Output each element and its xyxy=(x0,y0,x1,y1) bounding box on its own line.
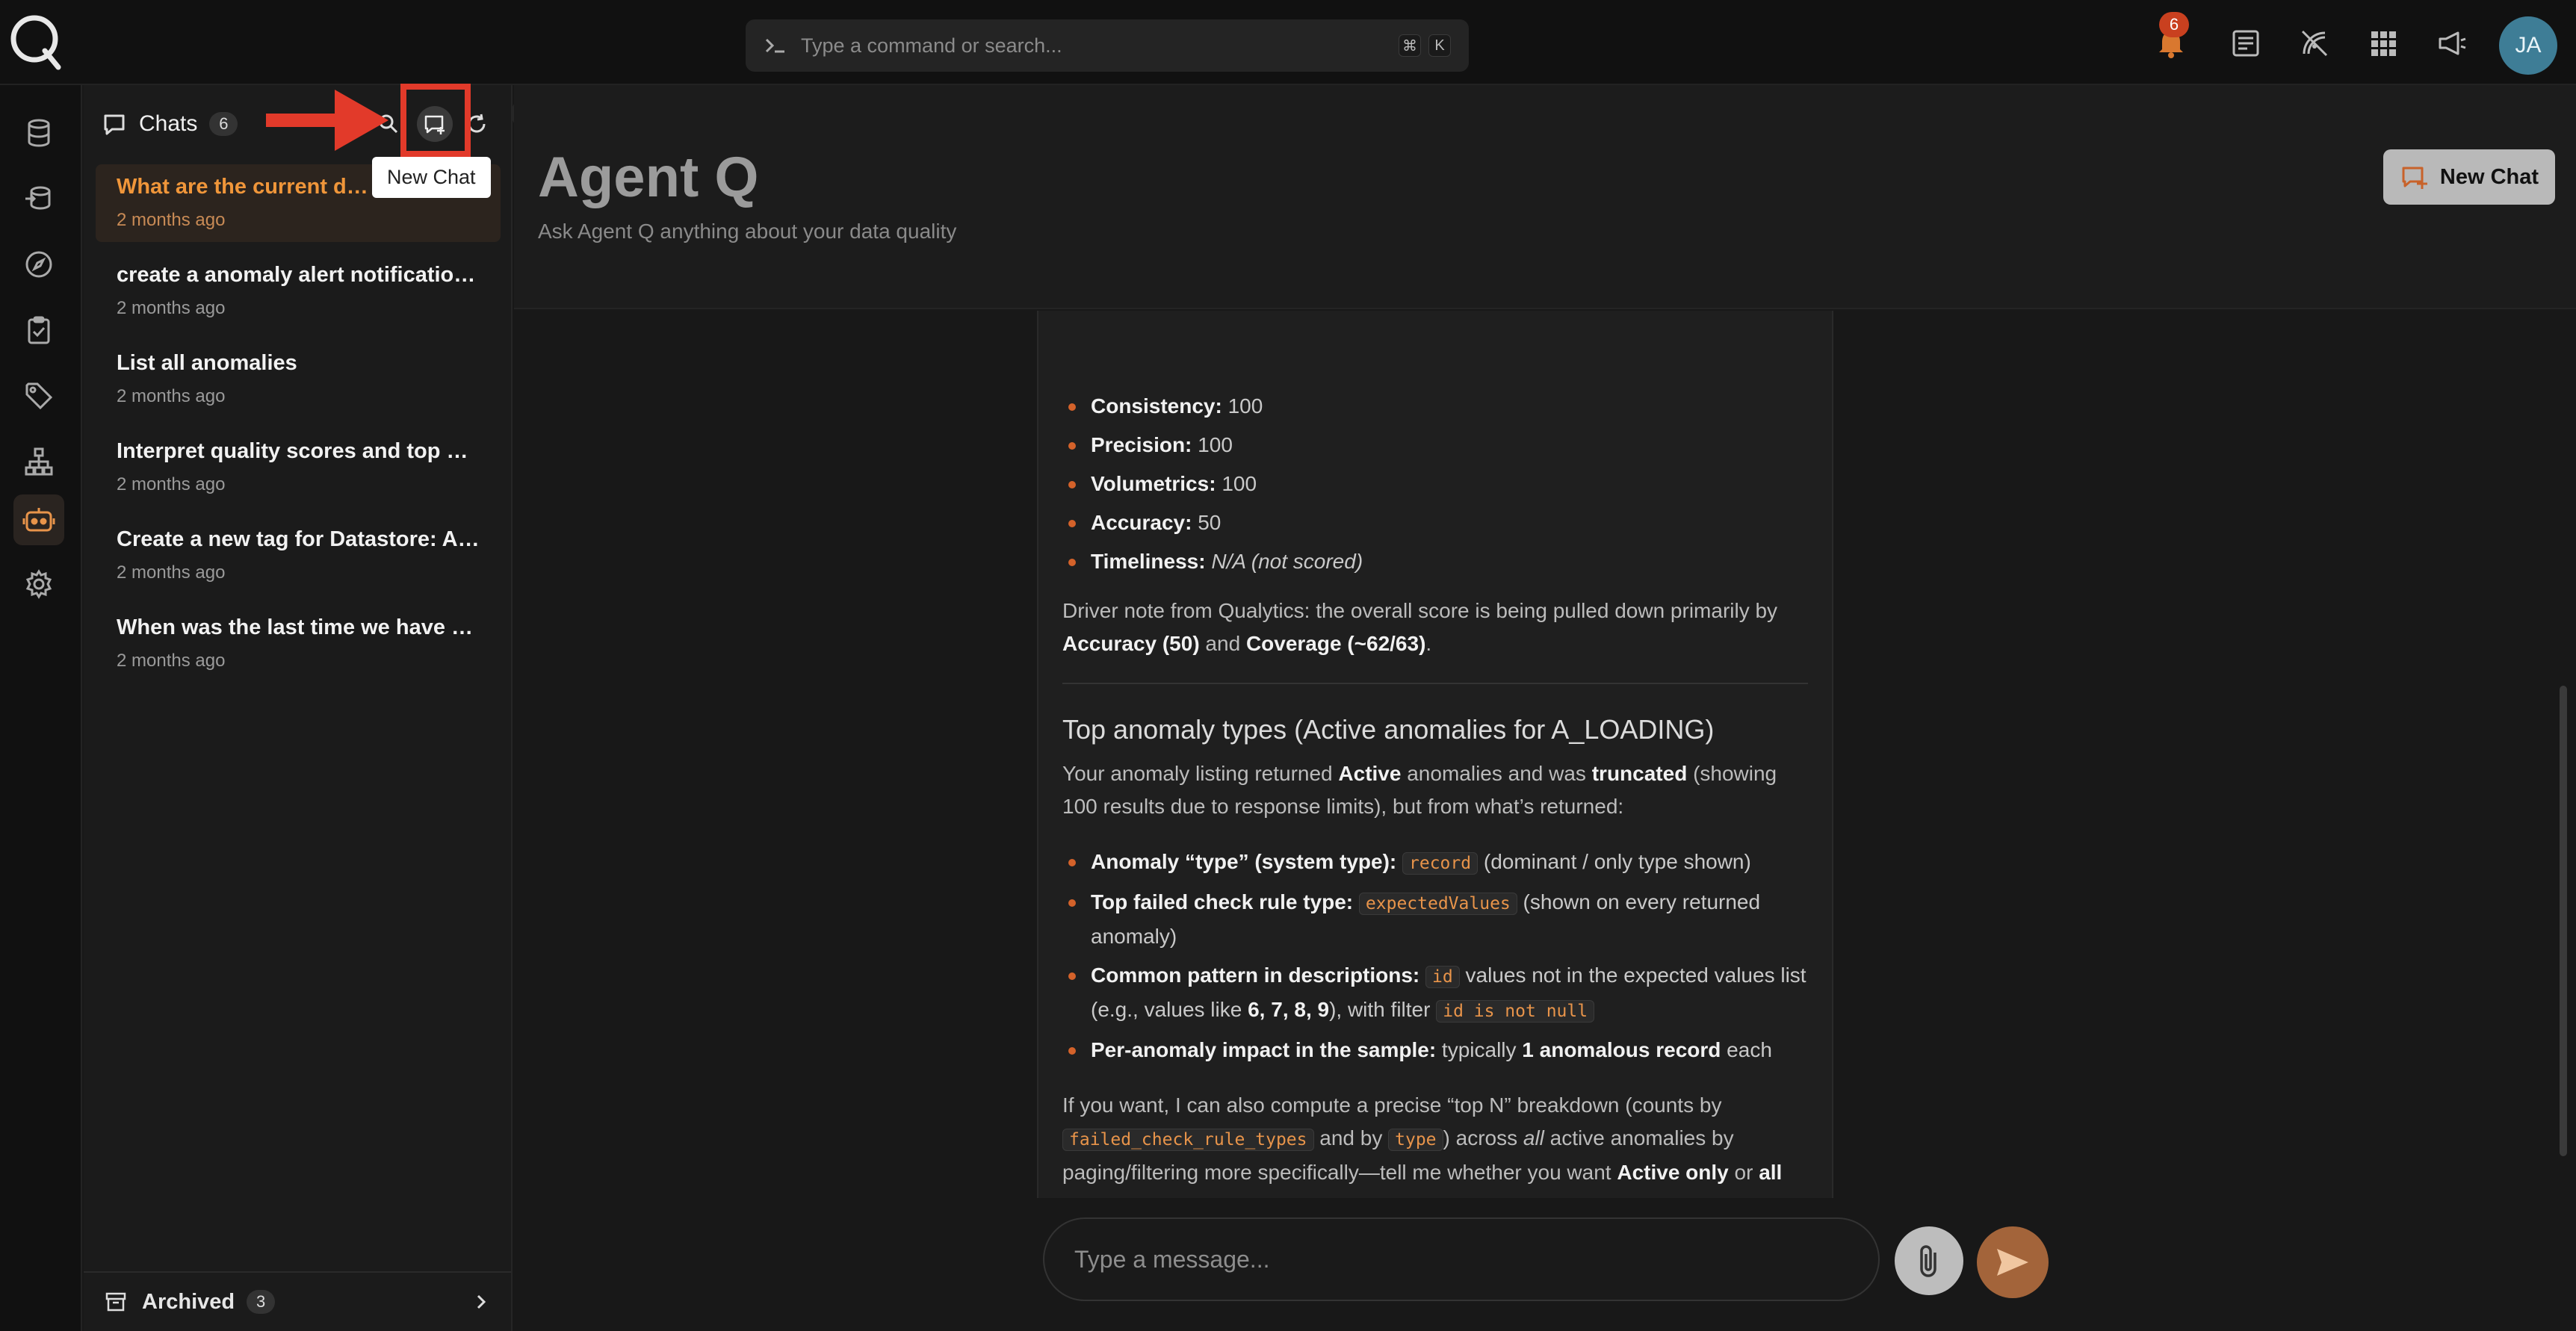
chat-title: When was the last time we have an ... xyxy=(117,615,480,639)
chat-date: 2 months ago xyxy=(117,474,226,494)
send-message-button[interactable] xyxy=(1977,1226,2049,1298)
chat-title: What are the current data xyxy=(117,175,371,199)
chats-title: Chats xyxy=(139,111,198,136)
archived-chats-row[interactable]: Archived 3 xyxy=(84,1271,511,1331)
chat-date: 2 months ago xyxy=(117,210,226,230)
new-chat-label: New Chat xyxy=(2439,164,2539,189)
chat-list: What are the current data 2 months ago c… xyxy=(96,164,501,693)
qualytics-logo-icon[interactable] xyxy=(9,10,63,70)
score-list: Consistency: 100 Precision: 100 Volumetr… xyxy=(1062,390,1808,578)
user-avatar[interactable]: JA xyxy=(2499,16,2557,75)
message-input-placeholder: Type a message... xyxy=(1074,1245,1270,1273)
documentation-icon[interactable] xyxy=(2226,24,2265,63)
chat-title: Create a new tag for Datastore: An... xyxy=(117,527,480,551)
message-input[interactable]: Type a message... xyxy=(1043,1217,1880,1301)
flows-hierarchy-icon[interactable] xyxy=(13,436,64,487)
assistant-message: Consistency: 100 Precision: 100 Volumetr… xyxy=(1037,311,1833,1198)
score-item: Precision: 100 xyxy=(1062,429,1808,462)
datastores-database-icon[interactable] xyxy=(13,108,64,158)
terminal-prompt-icon xyxy=(765,38,784,53)
chat-list-item[interactable]: List all anomalies 2 months ago xyxy=(96,341,501,418)
top-bar: Type a command or search... ⌘ K 6 JA xyxy=(0,0,2576,85)
notification-count-badge: 6 xyxy=(2159,12,2189,37)
shortcut-cmd-key: ⌘ xyxy=(1399,34,1421,57)
chat-date: 2 months ago xyxy=(117,298,226,318)
shortcut-k-key: K xyxy=(1428,34,1451,57)
chats-header: Chats 6 xyxy=(102,108,238,140)
chat-date: 2 months ago xyxy=(117,562,226,583)
explore-compass-icon[interactable] xyxy=(13,239,64,290)
settings-gear-icon[interactable] xyxy=(13,559,64,609)
archived-count-badge: 3 xyxy=(247,1290,276,1314)
anomaly-intro: Your anomaly listing returned Active ano… xyxy=(1062,762,1777,818)
send-arrow-icon xyxy=(1997,1249,2028,1276)
chat-list-item[interactable]: create a anomaly alert notification ... … xyxy=(96,252,501,330)
chat-bubble-icon xyxy=(104,114,125,135)
chat-title: Interpret quality scores and top an... xyxy=(117,439,480,463)
new-chat-tooltip: New Chat xyxy=(372,157,491,198)
chat-list-item[interactable]: Create a new tag for Datastore: An... 2 … xyxy=(96,517,501,595)
chat-scrollbar-thumb[interactable] xyxy=(2560,686,2567,1156)
chats-sidebar: Chats 6 What are the current data 2 mont… xyxy=(84,85,513,1331)
score-item: Accuracy: 50 xyxy=(1062,506,1808,539)
search-placeholder: Type a command or search... xyxy=(801,34,1062,57)
anomaly-type-item: Anomaly “type” (system type): record (do… xyxy=(1062,846,1808,880)
tags-tag-icon[interactable] xyxy=(13,370,64,421)
left-nav-rail xyxy=(0,85,82,1331)
message-outro: If you want, I can also compute a precis… xyxy=(1062,1093,1783,1198)
score-item: Volumetrics: 100 xyxy=(1062,468,1808,500)
chat-title: List all anomalies xyxy=(117,351,297,375)
status-signal-icon[interactable] xyxy=(2295,24,2334,63)
apps-grid-icon[interactable] xyxy=(2364,24,2403,63)
chat-date: 2 months ago xyxy=(117,651,226,671)
anomaly-type-list: Anomaly “type” (system type): record (do… xyxy=(1062,846,1808,1067)
score-item: Timeliness: N/A (not scored) xyxy=(1062,545,1808,578)
announcements-megaphone-icon[interactable] xyxy=(2433,24,2471,63)
chats-count-badge: 6 xyxy=(209,112,238,136)
chat-title: create a anomaly alert notification ... xyxy=(117,263,480,287)
chat-list-item[interactable]: Interpret quality scores and top an... 2… xyxy=(96,429,501,506)
archived-label: Archived xyxy=(142,1289,235,1314)
command-search-bar[interactable]: Type a command or search... ⌘ K xyxy=(746,19,1469,72)
archive-box-icon xyxy=(105,1292,126,1312)
score-item: Consistency: 100 xyxy=(1062,390,1808,423)
annotation-highlight-box xyxy=(400,84,471,157)
annotation-arrow-icon xyxy=(266,90,388,151)
new-chat-icon xyxy=(2402,167,2427,189)
page-header: Agent Q Ask Agent Q anything about your … xyxy=(514,85,2576,309)
chat-list-item[interactable]: When was the last time we have an ... 2 … xyxy=(96,605,501,683)
new-chat-button[interactable]: New Chat xyxy=(2383,149,2555,205)
section-heading: Top anomaly types (Active anomalies for … xyxy=(1062,714,1715,745)
anomaly-type-item: Common pattern in descriptions: id value… xyxy=(1062,959,1808,1028)
agent-q-robot-icon[interactable] xyxy=(13,494,64,545)
enrichment-layers-icon[interactable] xyxy=(13,173,64,224)
chevron-right-icon xyxy=(477,1294,486,1309)
chat-date: 2 months ago xyxy=(117,386,226,406)
section-divider xyxy=(1062,683,1808,684)
paperclip-icon xyxy=(1920,1245,1936,1277)
anomaly-type-item: Per-anomaly impact in the sample: typica… xyxy=(1062,1034,1808,1067)
driver-note: Driver note from Qualytics: the overall … xyxy=(1062,599,1778,655)
page-subtitle: Ask Agent Q anything about your data qua… xyxy=(538,220,957,243)
anomaly-type-item: Top failed check rule type: expectedValu… xyxy=(1062,886,1808,953)
checks-clipboard-icon[interactable] xyxy=(13,305,64,356)
page-title: Agent Q xyxy=(538,146,759,209)
attach-file-button[interactable] xyxy=(1895,1226,1963,1295)
main-panel: Agent Q Ask Agent Q anything about your … xyxy=(514,85,2576,1331)
